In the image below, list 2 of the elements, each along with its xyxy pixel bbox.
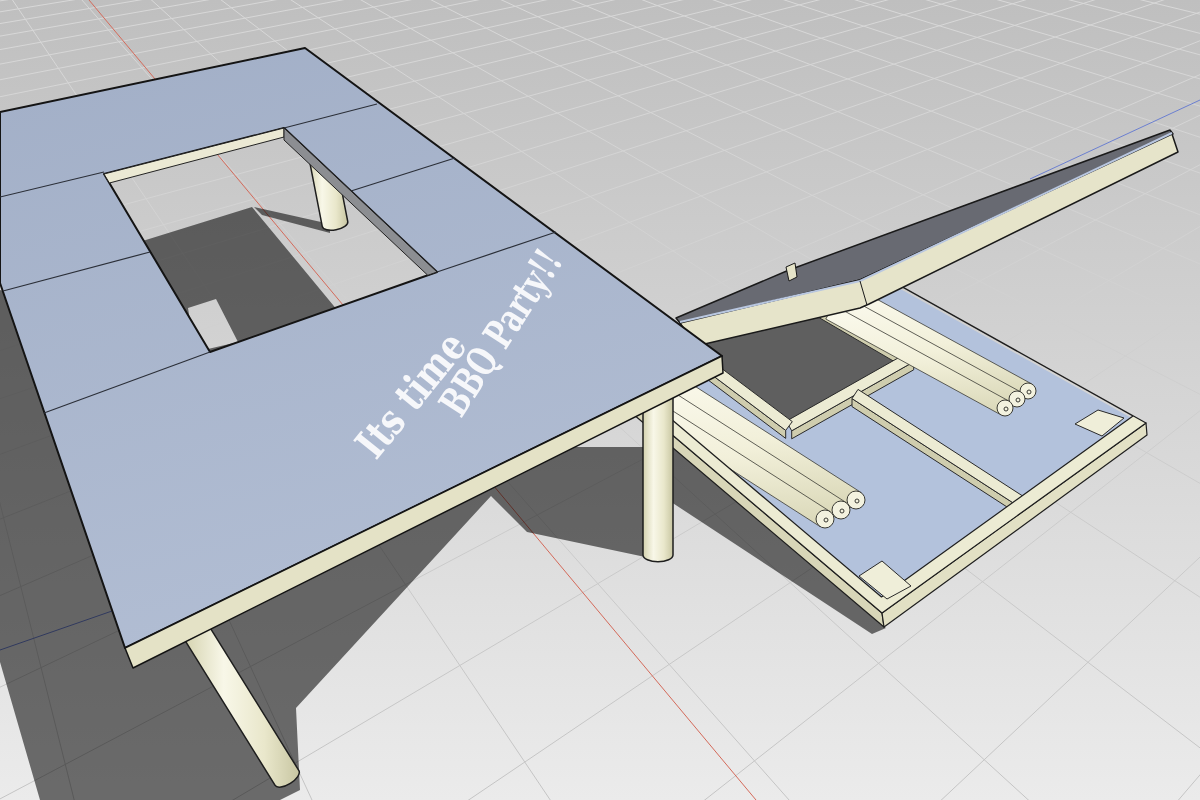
corner-block: [858, 560, 912, 600]
corner-block: [1074, 409, 1125, 437]
